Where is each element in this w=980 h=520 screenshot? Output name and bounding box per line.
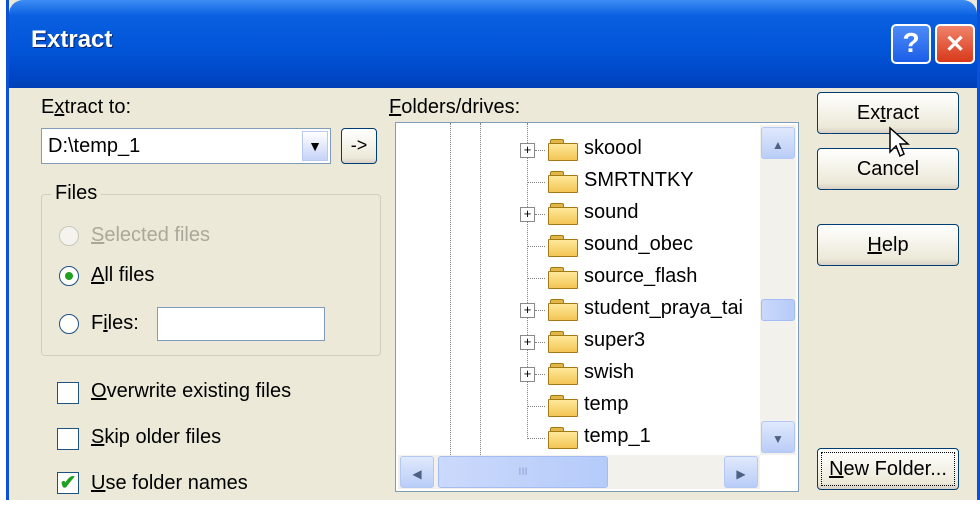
- tree-guide-line: [480, 123, 481, 455]
- new-folder-button[interactable]: New Folder...: [817, 448, 959, 490]
- scroll-right-button[interactable]: ▶: [724, 456, 758, 488]
- expand-icon[interactable]: +: [520, 335, 535, 350]
- use-folder-names-label: Use folder names: [91, 472, 248, 494]
- vertical-scrollbar[interactable]: ▲ ▼: [760, 125, 796, 455]
- radio-selected-dot: [65, 272, 73, 280]
- folder-icon: [548, 331, 578, 353]
- path-arrow-button[interactable]: ->: [341, 128, 377, 164]
- expand-icon[interactable]: +: [520, 143, 535, 158]
- selected-files-label: Selected files: [91, 224, 210, 246]
- selected-files-radio[interactable]: [59, 226, 79, 246]
- folder-icon: [548, 267, 578, 289]
- files-group-label: Files: [51, 182, 102, 205]
- expand-icon[interactable]: +: [520, 207, 535, 222]
- all-files-label: All files: [91, 264, 155, 286]
- dialog-title: Extract: [31, 26, 113, 53]
- close-button[interactable]: ✕: [935, 24, 975, 64]
- tree-guide-line: [450, 123, 451, 455]
- title-bar[interactable]: Extract ? ✕: [9, 0, 977, 88]
- horizontal-scrollbar[interactable]: ◀ III ▶: [398, 455, 760, 489]
- folder-icon: [548, 363, 578, 385]
- extract-path-combobox[interactable]: D:\temp_1 ▼: [41, 128, 331, 164]
- skip-older-checkbox[interactable]: [57, 428, 79, 450]
- chevron-left-icon: ◀: [412, 467, 422, 481]
- tree-item-label: source_flash: [584, 265, 698, 287]
- tree-item-label: swish: [584, 361, 635, 383]
- folder-icon: [548, 235, 578, 257]
- combobox-dropdown-button[interactable]: ▼: [302, 131, 328, 161]
- tree-item-label: sound: [584, 201, 639, 223]
- horizontal-scroll-thumb[interactable]: III: [438, 456, 608, 488]
- files-radio-label: Files:: [91, 312, 139, 334]
- extract-path-value: D:\temp_1: [48, 135, 141, 157]
- chevron-right-icon: ▶: [736, 467, 746, 481]
- folders-drives-label: Folders/drives:: [389, 96, 521, 118]
- tree-item-label: student_praya_tai: [584, 297, 744, 319]
- checkmark-icon: ✔: [59, 472, 77, 494]
- files-radio[interactable]: [59, 314, 79, 334]
- extract-dialog: Extract ? ✕ Extract to: D:\temp_1 ▼ -> F…: [6, 0, 980, 500]
- chevron-down-icon: ▼: [308, 138, 322, 154]
- overwrite-label: Overwrite existing files: [91, 380, 292, 402]
- overwrite-checkbox[interactable]: [57, 382, 79, 404]
- tree-item-label: SMRTNTKY: [584, 169, 694, 191]
- folder-icon: [548, 395, 578, 417]
- mouse-pointer-icon: [889, 126, 910, 158]
- scroll-down-button[interactable]: ▼: [761, 421, 795, 453]
- scroll-up-button[interactable]: ▲: [761, 127, 795, 159]
- expand-icon[interactable]: +: [520, 303, 535, 318]
- use-folder-names-checkbox[interactable]: ✔: [57, 472, 79, 494]
- question-icon: ?: [902, 27, 920, 58]
- expand-icon[interactable]: +: [520, 367, 535, 382]
- grip-icon: III: [518, 466, 528, 478]
- chevron-up-icon: ▲: [772, 138, 784, 152]
- help-title-button[interactable]: ?: [891, 24, 931, 64]
- open-folder-icon: [548, 427, 578, 449]
- tree-item-label: temp_1: [584, 425, 651, 447]
- folder-tree[interactable]: + skoool SMRTNTKY + sound sound_obec sou…: [395, 122, 799, 492]
- close-icon: ✕: [944, 31, 966, 58]
- tree-item-label: sound_obec: [584, 233, 693, 255]
- help-button[interactable]: Help: [817, 224, 959, 266]
- folder-icon: [548, 139, 578, 161]
- folder-icon: [548, 171, 578, 193]
- all-files-radio[interactable]: [59, 266, 79, 286]
- skip-older-label: Skip older files: [91, 426, 222, 448]
- tree-item-label: temp: [584, 393, 629, 415]
- tree-item-label: super3: [584, 329, 646, 351]
- folder-icon: [548, 203, 578, 225]
- extract-to-label: Extract to:: [41, 96, 132, 118]
- folder-icon: [548, 299, 578, 321]
- scroll-left-button[interactable]: ◀: [400, 456, 434, 488]
- chevron-down-icon: ▼: [772, 432, 784, 446]
- vertical-scroll-thumb[interactable]: [761, 299, 795, 321]
- tree-guide-line: [527, 123, 528, 439]
- files-filter-input[interactable]: [157, 307, 325, 341]
- tree-item-label: skoool: [584, 137, 642, 159]
